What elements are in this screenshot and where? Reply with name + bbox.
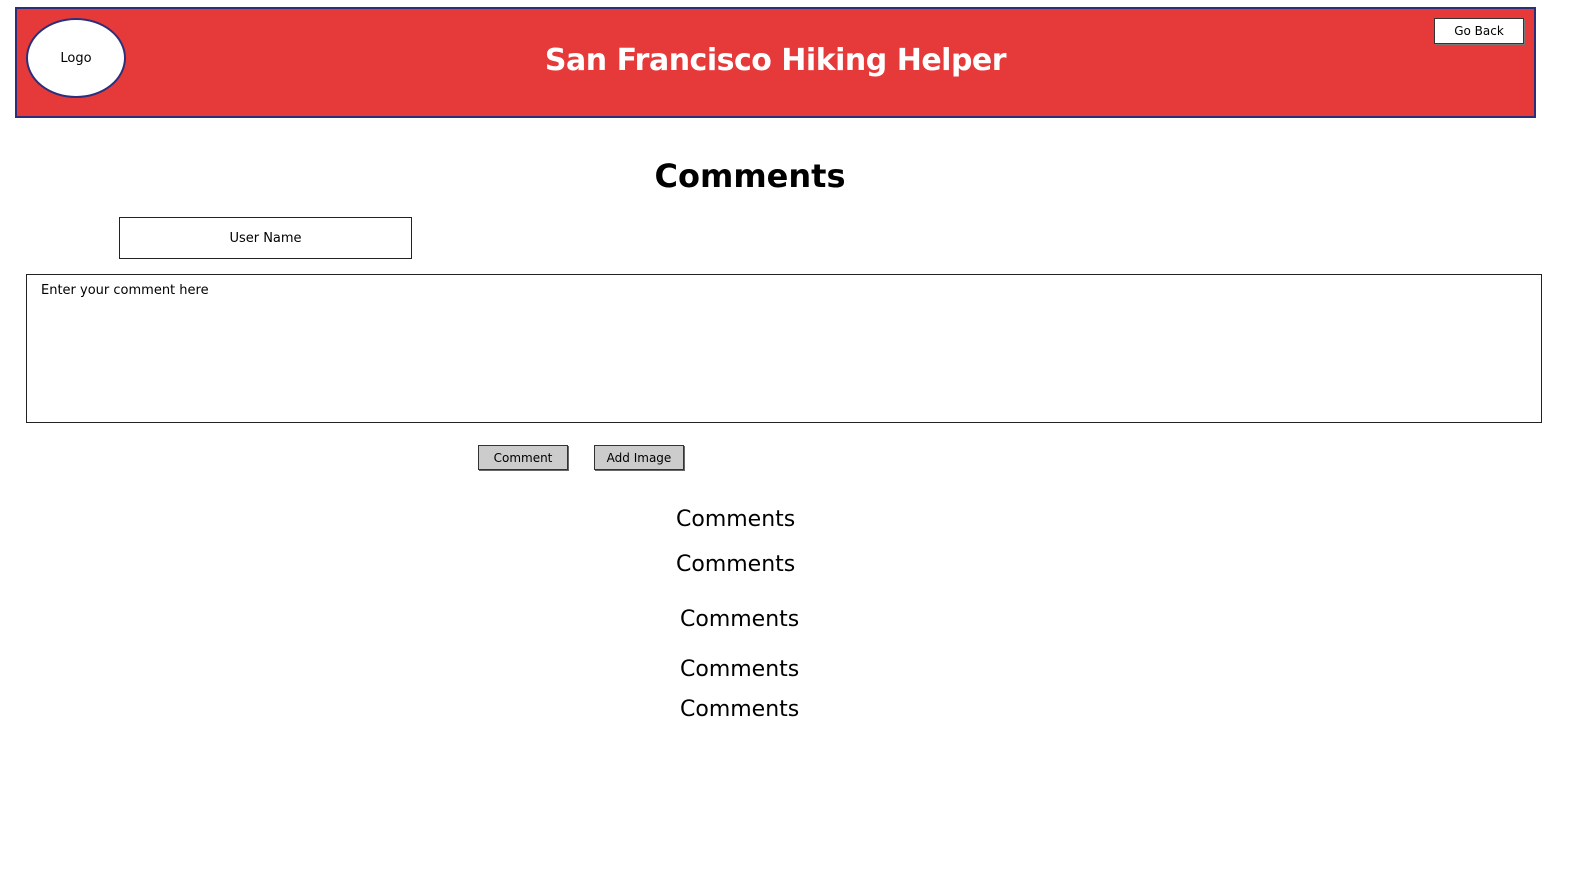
comment-item: Comments: [680, 657, 800, 682]
comment-item: Comments: [676, 507, 796, 532]
go-back-button[interactable]: Go Back: [1434, 18, 1524, 44]
site-title: San Francisco Hiking Helper: [544, 43, 1007, 78]
comment-item: Comments: [676, 552, 796, 577]
page-title: Comments: [654, 157, 846, 195]
site-header: Logo San Francisco Hiking Helper Go Back: [15, 7, 1536, 118]
add-image-button[interactable]: Add Image: [594, 445, 684, 470]
comment-item: Comments: [680, 697, 800, 722]
page: Logo San Francisco Hiking Helper Go Back…: [0, 0, 1586, 884]
username-input[interactable]: [119, 217, 412, 259]
comment-item: Comments: [680, 607, 800, 632]
comment-textarea[interactable]: [26, 274, 1542, 423]
comment-button[interactable]: Comment: [478, 445, 568, 470]
